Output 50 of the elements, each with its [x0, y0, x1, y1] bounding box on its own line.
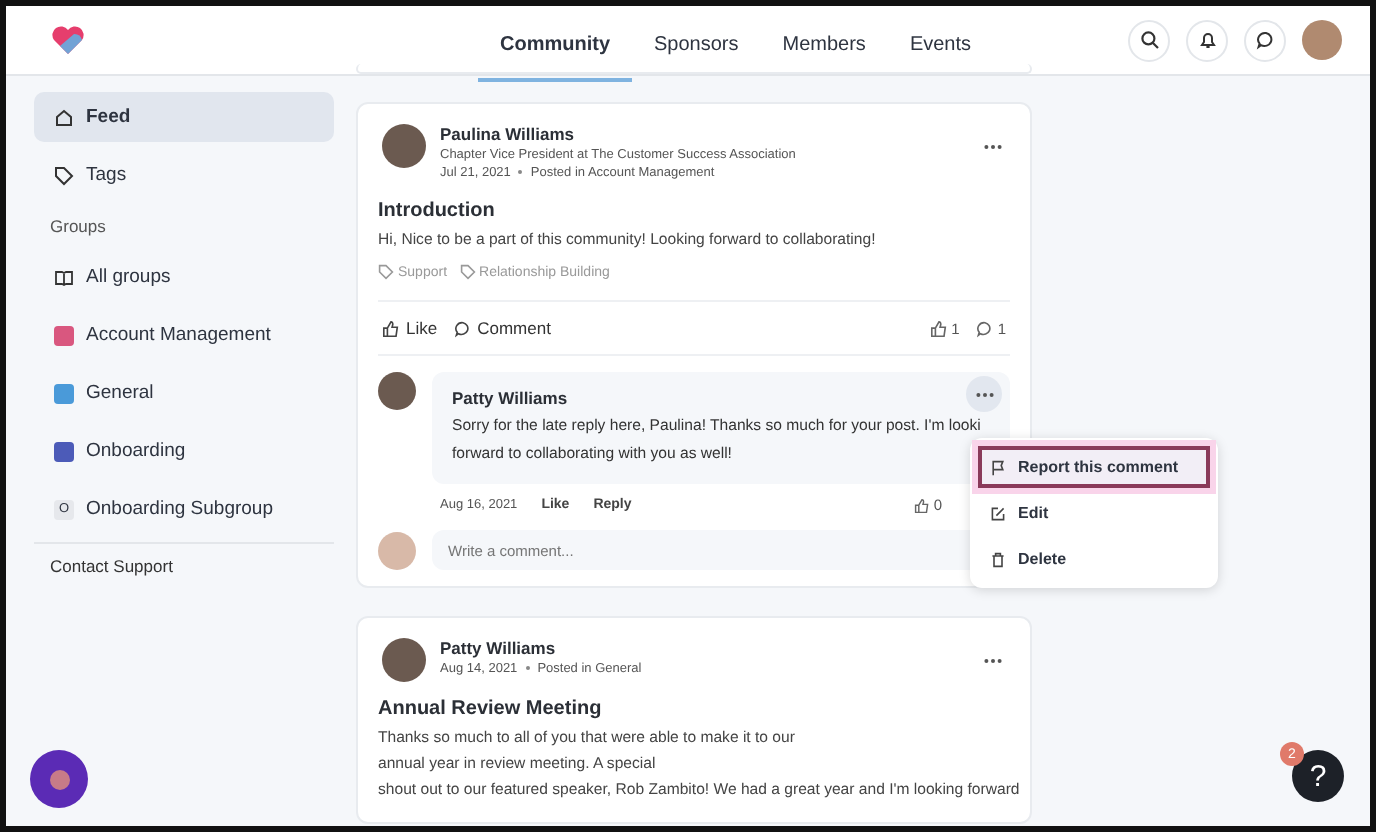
menu-item[interactable]: Edit	[978, 492, 1210, 534]
search-icon	[1139, 30, 1159, 50]
person-avatar	[382, 124, 426, 168]
book-icon	[54, 267, 74, 287]
tag-icon	[378, 264, 394, 280]
comment-button[interactable]: Comment	[453, 318, 551, 338]
like-button[interactable]: Like	[382, 318, 438, 338]
author-name[interactable]: Patty Williams	[440, 638, 556, 658]
sidebar-item[interactable]: Tags	[34, 150, 334, 200]
home-icon	[54, 107, 74, 127]
ellipsis-icon	[984, 144, 1002, 150]
user-avatar	[378, 531, 416, 569]
edit-icon	[990, 505, 1006, 521]
nav-tab[interactable]: Members	[760, 12, 888, 82]
bell-icon	[1197, 30, 1217, 50]
sidebar-item[interactable]: General	[34, 368, 334, 418]
person-avatar	[382, 638, 426, 682]
heart-logo-icon[interactable]	[50, 22, 86, 58]
contact-support-link[interactable]: Contact Support	[34, 556, 334, 576]
author-name[interactable]: Paulina Williams	[440, 124, 574, 144]
notifications-button[interactable]	[1186, 19, 1228, 61]
author-name[interactable]: Patty Williams	[452, 388, 568, 408]
tag-icon	[459, 264, 476, 280]
ellipsis-icon	[975, 391, 993, 397]
search-button[interactable]	[1128, 19, 1170, 61]
post-title: Introduction	[378, 200, 497, 222]
chat-bubble-icon	[1255, 30, 1275, 50]
separator-dot-icon	[518, 170, 523, 175]
thumbs-up-icon	[382, 319, 400, 337]
ellipsis-icon	[984, 658, 1002, 664]
section-heading: Groups	[48, 214, 108, 240]
sidebar-item[interactable]: Onboarding	[34, 426, 334, 476]
separator-dot-icon	[525, 666, 530, 671]
help-button[interactable]: ?	[1292, 750, 1344, 802]
sidebar-item[interactable]: Feed	[34, 92, 334, 142]
nav-tab[interactable]: Sponsors	[632, 12, 761, 82]
messages-button[interactable]	[1244, 19, 1286, 61]
tag-icon	[54, 165, 74, 185]
more-options-button[interactable]	[966, 376, 1002, 412]
sidebar-item[interactable]: All groups	[34, 252, 334, 302]
person-avatar	[378, 372, 416, 410]
trash-icon	[990, 551, 1006, 567]
post-title: Annual Review Meeting	[378, 698, 604, 720]
chat-launcher-button[interactable]	[30, 750, 88, 808]
chat-bubble-icon	[453, 319, 472, 337]
sidebar-item[interactable]: Account Management	[34, 310, 334, 360]
nav-tab[interactable]: Events	[887, 12, 994, 82]
user-avatar[interactable]	[1302, 20, 1342, 60]
menu-item[interactable]: Report this comment	[978, 446, 1210, 488]
flag-icon	[990, 459, 1006, 475]
